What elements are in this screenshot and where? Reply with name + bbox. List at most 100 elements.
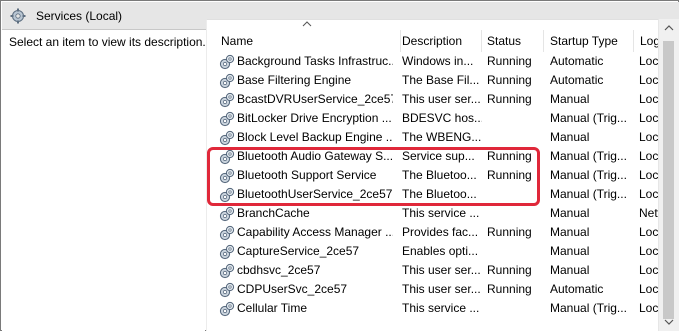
service-gear-icon xyxy=(219,206,235,222)
service-status: Running xyxy=(487,54,532,68)
scrollbar-thumb[interactable] xyxy=(663,41,674,319)
service-startup-type: Manual xyxy=(550,92,590,106)
window-title: Services (Local) xyxy=(36,9,123,23)
service-name: Base Filtering Engine xyxy=(237,73,352,87)
service-status: Running xyxy=(487,92,532,106)
service-description: The Bluetoo... xyxy=(402,187,477,201)
service-description: Service sup... xyxy=(402,149,475,163)
table-row[interactable]: Block Level Backup Engine ... The WBENG..… xyxy=(207,128,663,147)
column-header-row: Name Description Status Startup Type Log xyxy=(207,30,662,52)
service-gear-icon xyxy=(219,92,235,108)
service-name: BcastDVRUserService_2ce57 xyxy=(237,92,393,106)
service-gear-icon xyxy=(219,54,235,70)
service-startup-type: Manual (Trig... xyxy=(550,149,627,163)
service-status xyxy=(487,204,545,223)
service-startup-type: Manual xyxy=(550,244,590,258)
services-window: Services (Local) Select an item to view … xyxy=(0,0,679,331)
service-name: BitLocker Drive Encryption ... xyxy=(237,111,392,125)
table-row[interactable]: Cellular Time This service ... Manual (Tri… xyxy=(207,299,663,318)
column-header-description-label: Description xyxy=(402,34,463,48)
service-gear-icon xyxy=(219,301,235,317)
service-name: Capability Access Manager ... xyxy=(237,225,393,239)
vertical-scrollbar[interactable] xyxy=(658,19,679,331)
column-header-startup-type-label: Startup Type xyxy=(550,34,618,48)
scroll-down-icon[interactable] xyxy=(659,313,679,331)
service-name: Cellular Time xyxy=(237,301,308,315)
service-startup-type: Automatic xyxy=(550,282,604,296)
table-row[interactable]: Base Filtering Engine The Base Fil... Runn… xyxy=(207,71,663,90)
service-status xyxy=(487,185,545,204)
service-description: This user ser... xyxy=(402,263,481,277)
table-row[interactable]: Background Tasks Infrastruc... Windows in… xyxy=(207,52,663,71)
description-pane: Select an item to view its description. xyxy=(2,30,206,331)
service-status: Running xyxy=(487,282,532,296)
column-header-name-label: Name xyxy=(221,34,254,48)
column-header-name[interactable]: Name xyxy=(215,30,401,52)
table-row[interactable]: Capability Access Manager ... Provides fa… xyxy=(207,223,663,242)
service-startup-type: Manual xyxy=(550,225,590,239)
service-status: Running xyxy=(487,225,532,239)
services-list[interactable]: Name Description Status Startup Type Log… xyxy=(206,19,679,331)
table-row[interactable]: CaptureService_2ce57 Enables opti... Manua… xyxy=(207,242,663,261)
service-name: CaptureService_2ce57 xyxy=(237,244,360,258)
service-description: BDESVC hos... xyxy=(402,111,482,125)
service-description: Windows in... xyxy=(402,54,474,68)
column-header-status-label: Status xyxy=(487,34,522,48)
table-row[interactable]: cbdhsvc_2ce57 This user ser... Running Manu… xyxy=(207,261,663,280)
service-status xyxy=(487,299,545,318)
column-header-status[interactable]: Status xyxy=(481,30,544,52)
service-startup-type: Manual (Trig... xyxy=(550,301,627,315)
service-gear-icon xyxy=(219,244,235,260)
service-description: This user ser... xyxy=(402,282,481,296)
service-name: BranchCache xyxy=(237,206,310,220)
service-description: The Base Fil... xyxy=(402,73,480,87)
sort-ascending-icon xyxy=(302,21,312,27)
service-description: Enables opti... xyxy=(402,244,479,258)
service-description: The Bluetoo... xyxy=(402,168,477,182)
service-gear-icon xyxy=(219,187,235,203)
column-header-description[interactable]: Description xyxy=(396,30,482,52)
table-row[interactable]: BitLocker Drive Encryption ... BDESVC hos… xyxy=(207,109,663,128)
service-startup-type: Manual (Trig... xyxy=(550,168,627,182)
service-gear-icon xyxy=(219,168,235,184)
service-status: Running xyxy=(487,73,532,87)
service-startup-type: Automatic xyxy=(550,73,604,87)
service-name: Bluetooth Audio Gateway S... xyxy=(237,149,393,163)
service-gear-icon xyxy=(219,263,235,279)
service-gear-icon xyxy=(219,225,235,241)
scroll-up-icon[interactable] xyxy=(659,19,679,37)
service-startup-type: Manual xyxy=(550,206,590,220)
service-status: Running xyxy=(487,149,532,163)
service-description: This service ... xyxy=(402,206,480,220)
description-pane-text: Select an item to view its description. xyxy=(9,35,206,49)
service-gear-icon xyxy=(219,282,235,298)
service-startup-type: Manual (Trig... xyxy=(550,111,627,125)
services-gear-icon xyxy=(10,8,26,24)
service-status: Running xyxy=(487,168,532,182)
service-gear-icon xyxy=(219,73,235,89)
service-name: Block Level Backup Engine ... xyxy=(237,130,393,144)
service-startup-type: Manual xyxy=(550,263,590,277)
service-gear-icon xyxy=(219,111,235,127)
service-name: BluetoothUserService_2ce57 xyxy=(237,187,393,201)
column-header-startup-type[interactable]: Startup Type xyxy=(544,30,634,52)
service-status xyxy=(487,242,545,261)
service-description: Provides fac... xyxy=(402,225,479,239)
table-row[interactable]: Bluetooth Audio Gateway S... Service sup.… xyxy=(207,147,663,166)
service-status xyxy=(487,128,545,147)
table-row[interactable]: CDPUserSvc_2ce57 This user ser... Running A… xyxy=(207,280,663,299)
table-row[interactable]: Bluetooth Support Service The Bluetoo... R… xyxy=(207,166,663,185)
service-description: This service ... xyxy=(402,301,480,315)
service-name: cbdhsvc_2ce57 xyxy=(237,263,321,277)
service-startup-type: Manual (Trig... xyxy=(550,187,627,201)
service-gear-icon xyxy=(219,130,235,146)
service-status xyxy=(487,109,545,128)
service-name: Bluetooth Support Service xyxy=(237,168,377,182)
service-startup-type: Manual xyxy=(550,130,590,144)
service-description: The WBENG... xyxy=(402,130,482,144)
table-row[interactable]: BranchCacheThis service ...ManualNetw xyxy=(207,204,663,223)
table-row[interactable]: BluetoothUserService_2ce57 The Bluetoo...… xyxy=(207,185,663,204)
service-status: Running xyxy=(487,263,532,277)
service-gear-icon xyxy=(219,149,235,165)
table-row[interactable]: BcastDVRUserService_2ce57 This user ser..… xyxy=(207,90,663,109)
